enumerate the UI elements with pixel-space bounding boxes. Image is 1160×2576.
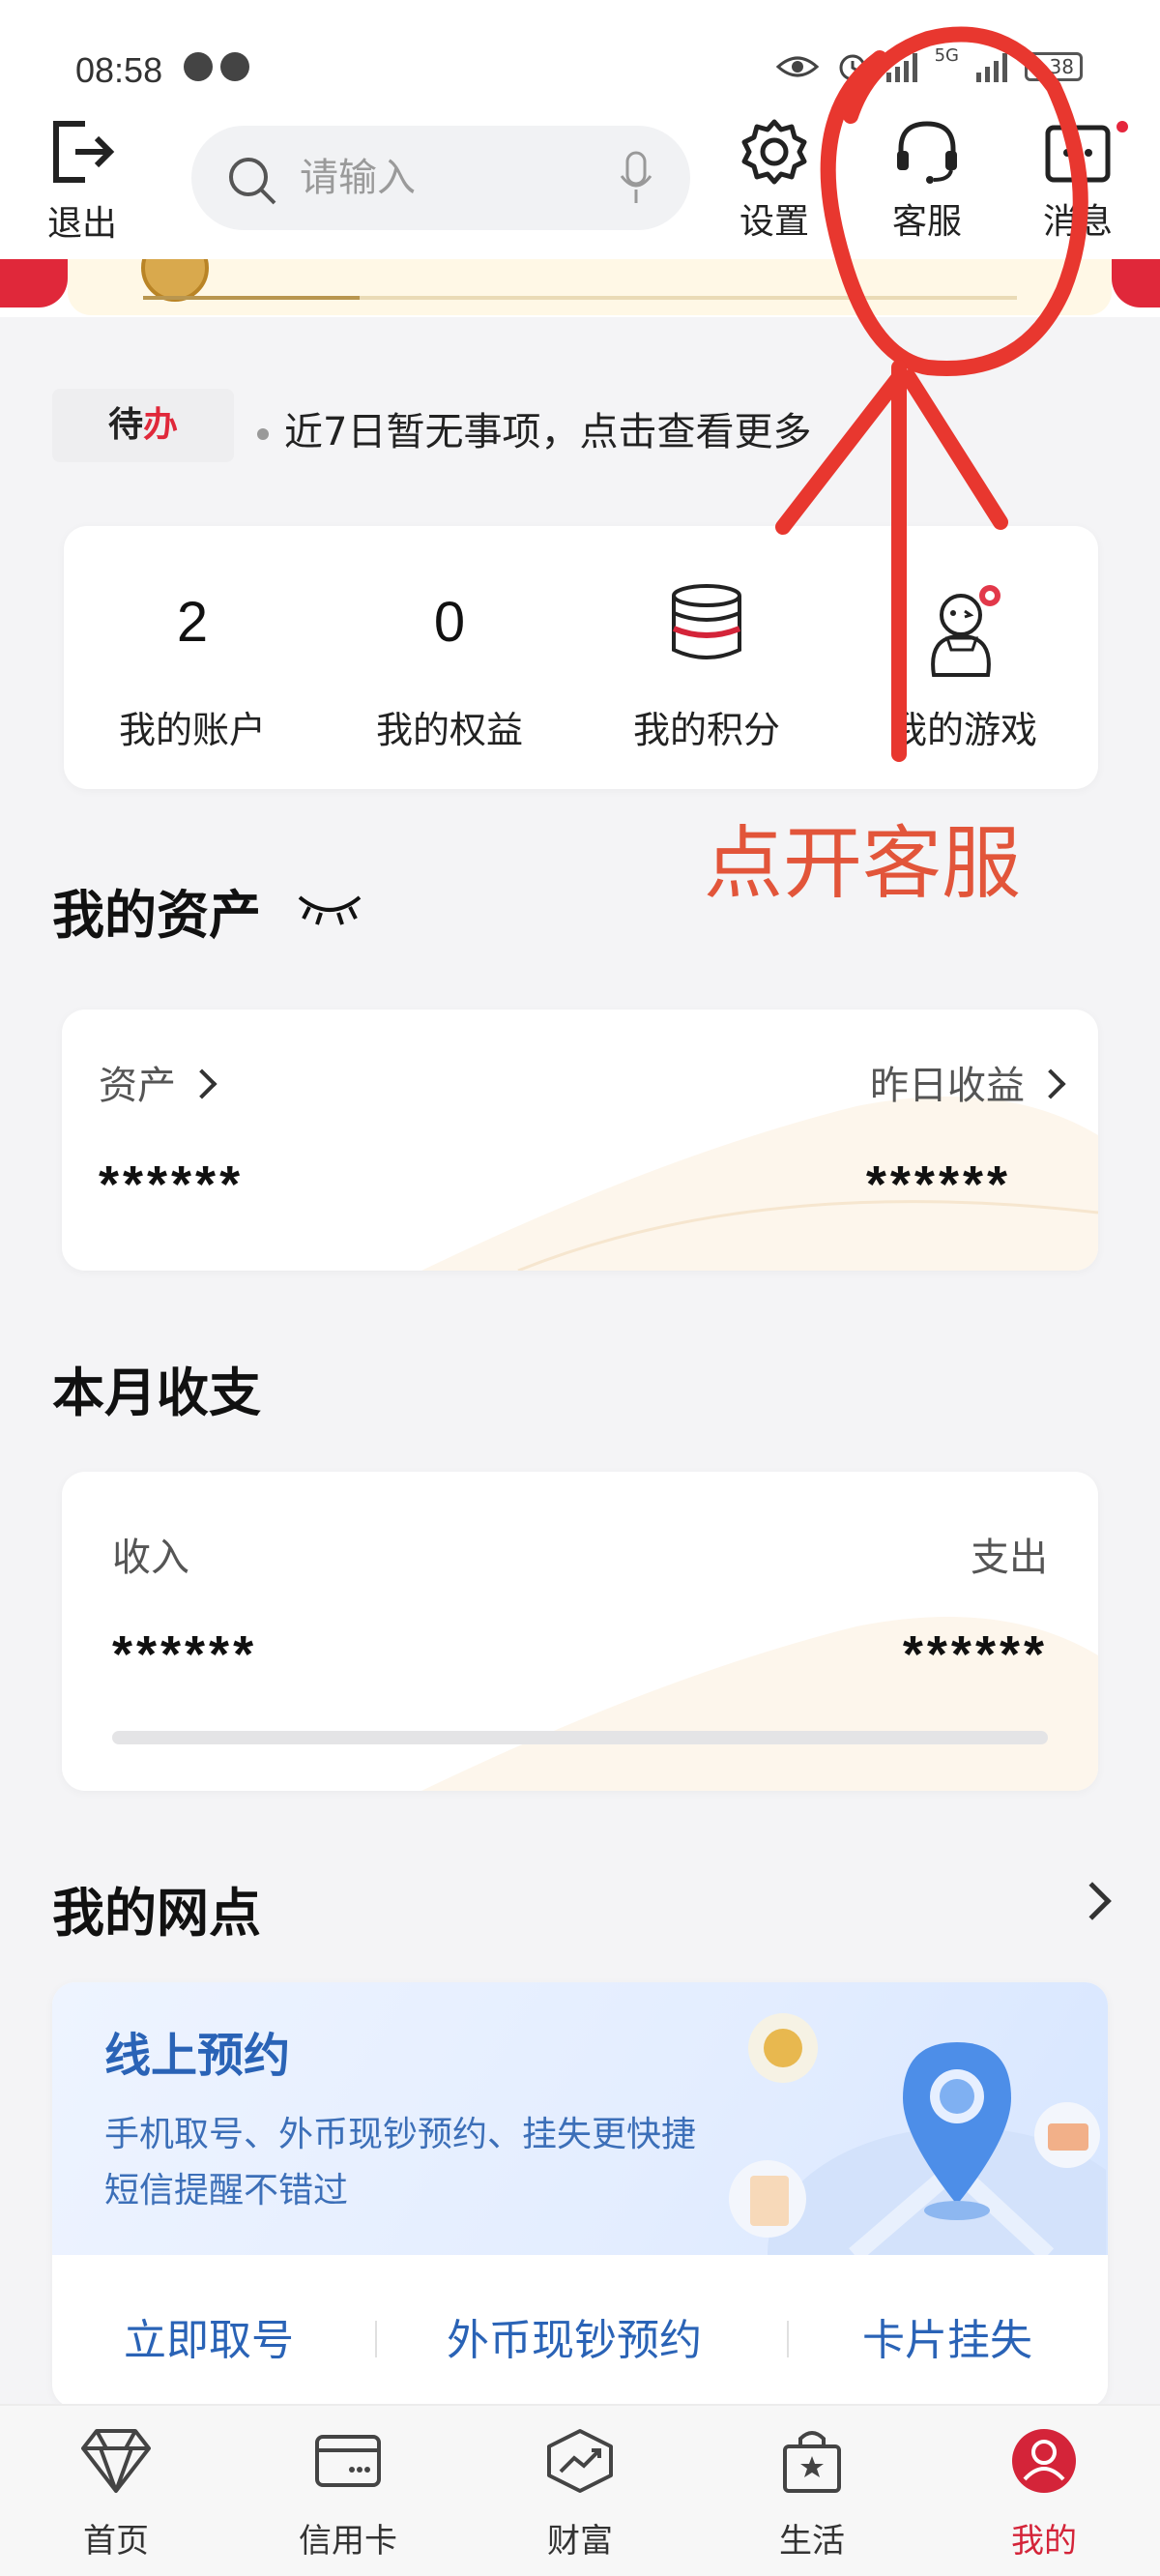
customer-service-label: 客服 <box>891 202 962 242</box>
eye-icon <box>775 56 819 77</box>
my-benefits-entry[interactable]: 0 我的权益 <box>321 526 578 789</box>
headset-icon <box>897 121 957 184</box>
status-indicators: 5G 38 <box>775 45 1083 83</box>
booking-desc-line1: 手机取号、外币现钞预约、挂失更快捷 <box>104 2115 697 2154</box>
top-bar: 退出 设置 客服 消息 <box>0 106 1160 261</box>
my-accounts-entry[interactable]: 2 我的账户 <box>64 526 321 789</box>
income-expense-bar <box>112 1731 1048 1744</box>
status-time: 08:58 <box>75 50 163 90</box>
my-games-entry[interactable]: 我的游戏 <box>835 526 1092 789</box>
battery-level: 38 <box>1049 55 1074 78</box>
logout-icon <box>53 121 115 183</box>
tab-life[interactable]: 生活 <box>735 2427 889 2561</box>
credit-card-icon <box>315 2435 381 2487</box>
settings-label: 设置 <box>739 202 809 242</box>
chevron-right-icon[interactable] <box>1073 1882 1112 1920</box>
benefits-label: 我的权益 <box>375 709 523 751</box>
promo-banner[interactable] <box>0 259 1160 317</box>
booking-banner[interactable]: 线上预约 手机取号、外币现钞预约、挂失更快捷 短信提醒不错过 <box>52 1982 1108 2255</box>
search-input[interactable] <box>300 149 590 207</box>
gear-icon <box>741 119 807 185</box>
wechat-icon <box>184 52 213 81</box>
todo-row[interactable]: 待办 近7日暂无事项，点击查看更多 <box>52 389 1116 462</box>
booking-actions: 立即取号 外币现钞预约 卡片挂失 <box>52 2255 1108 2408</box>
expense-label: 支出 <box>971 1536 1048 1580</box>
chat-bubble-icon <box>220 52 249 81</box>
coin-stack-icon <box>672 584 741 659</box>
network-type: 5G <box>934 44 959 66</box>
search-icon <box>229 158 276 205</box>
monthly-flow-card[interactable]: 收入 支出 ****** ****** <box>62 1472 1098 1791</box>
expense-value: ****** <box>902 1625 1048 1683</box>
yesterday-earnings-label: 昨日收益 <box>870 1064 1025 1108</box>
shopping-bag-icon <box>783 2431 841 2493</box>
settings-button[interactable]: 设置 <box>721 116 827 244</box>
alarm-icon <box>839 54 866 81</box>
tab-home-label: 首页 <box>83 2522 149 2561</box>
diamond-icon <box>81 2429 151 2493</box>
accounts-count: 2 <box>176 591 209 654</box>
income-value: ****** <box>112 1625 258 1683</box>
tab-mine-label: 我的 <box>1011 2522 1077 2561</box>
tab-credit-card-label: 信用卡 <box>299 2522 397 2561</box>
tab-wealth-label: 财富 <box>547 2522 613 2561</box>
snowman-icon <box>931 585 1000 677</box>
assets-value: ****** <box>99 1156 245 1214</box>
tab-life-label: 生活 <box>779 2522 845 2561</box>
tab-wealth[interactable]: 财富 <box>503 2427 657 2561</box>
tab-mine[interactable]: 我的 <box>967 2427 1121 2561</box>
wealth-chart-icon <box>547 2429 613 2493</box>
assets-card[interactable]: 资产 昨日收益 ****** ****** <box>62 1010 1098 1271</box>
battery-icon: 38 <box>1025 52 1083 81</box>
tab-home[interactable]: 首页 <box>39 2427 193 2561</box>
location-pin-illustration <box>729 2013 1106 2255</box>
foreign-cash-booking-button[interactable]: 外币现钞预约 <box>447 2305 702 2367</box>
eye-closed-icon[interactable] <box>296 890 363 928</box>
monthly-section-title: 本月收支 <box>52 1362 261 1423</box>
messages-button[interactable]: 消息 <box>1025 116 1131 244</box>
microphone-icon[interactable] <box>619 151 653 205</box>
chevron-right-icon <box>1035 1068 1066 1099</box>
logout-label: 退出 <box>46 204 117 244</box>
bottom-tab-bar: 首页 信用卡 财富 生活 我的 <box>0 2404 1160 2576</box>
assets-label: 资产 <box>99 1064 176 1108</box>
todo-text[interactable]: 近7日暂无事项，点击查看更多 <box>257 400 811 456</box>
messages-label: 消息 <box>1042 202 1113 242</box>
assets-section-title: 我的资产 <box>52 885 261 946</box>
yesterday-earnings-value: ****** <box>865 1156 1011 1214</box>
booking-title: 线上预约 <box>104 2029 291 2083</box>
unread-dot <box>1114 118 1131 135</box>
signal-icon-2 <box>976 51 1007 82</box>
my-points-entry[interactable]: 我的积分 <box>578 526 835 789</box>
branch-section-title: 我的网点 <box>52 1883 261 1944</box>
signal-icon <box>885 51 917 82</box>
user-icon <box>1012 2429 1076 2493</box>
chevron-right-icon <box>187 1068 218 1099</box>
customer-service-button[interactable]: 客服 <box>874 116 980 244</box>
benefits-count: 0 <box>433 591 466 654</box>
annotation-text: 点开客服 <box>704 818 1022 910</box>
take-number-button[interactable]: 立即取号 <box>124 2305 294 2367</box>
banner-progress <box>143 296 1017 300</box>
games-label: 我的游戏 <box>889 709 1037 751</box>
accounts-label: 我的账户 <box>118 709 266 751</box>
yesterday-earnings-link[interactable]: 昨日收益 <box>870 1054 1066 1110</box>
quick-entries-card: 2 我的账户 0 我的权益 我的积分 我的游戏 <box>64 526 1098 789</box>
notification-icons <box>184 52 249 81</box>
income-label: 收入 <box>112 1536 189 1580</box>
logout-button[interactable]: 退出 <box>39 118 126 246</box>
booking-desc-line2: 短信提醒不错过 <box>104 2171 349 2210</box>
status-bar: 08:58 5G 38 <box>0 0 1160 116</box>
search-bar[interactable] <box>191 126 690 230</box>
online-booking-card[interactable]: 线上预约 手机取号、外币现钞预约、挂失更快捷 短信提醒不错过 立即取号 外币现钞… <box>52 1982 1108 2408</box>
assets-link[interactable]: 资产 <box>99 1054 218 1110</box>
message-box-icon <box>1045 125 1111 183</box>
card-loss-report-button[interactable]: 卡片挂失 <box>862 2305 1032 2367</box>
todo-tag: 待办 <box>52 389 234 462</box>
tab-credit-card[interactable]: 信用卡 <box>271 2427 425 2561</box>
points-label: 我的积分 <box>632 709 780 751</box>
